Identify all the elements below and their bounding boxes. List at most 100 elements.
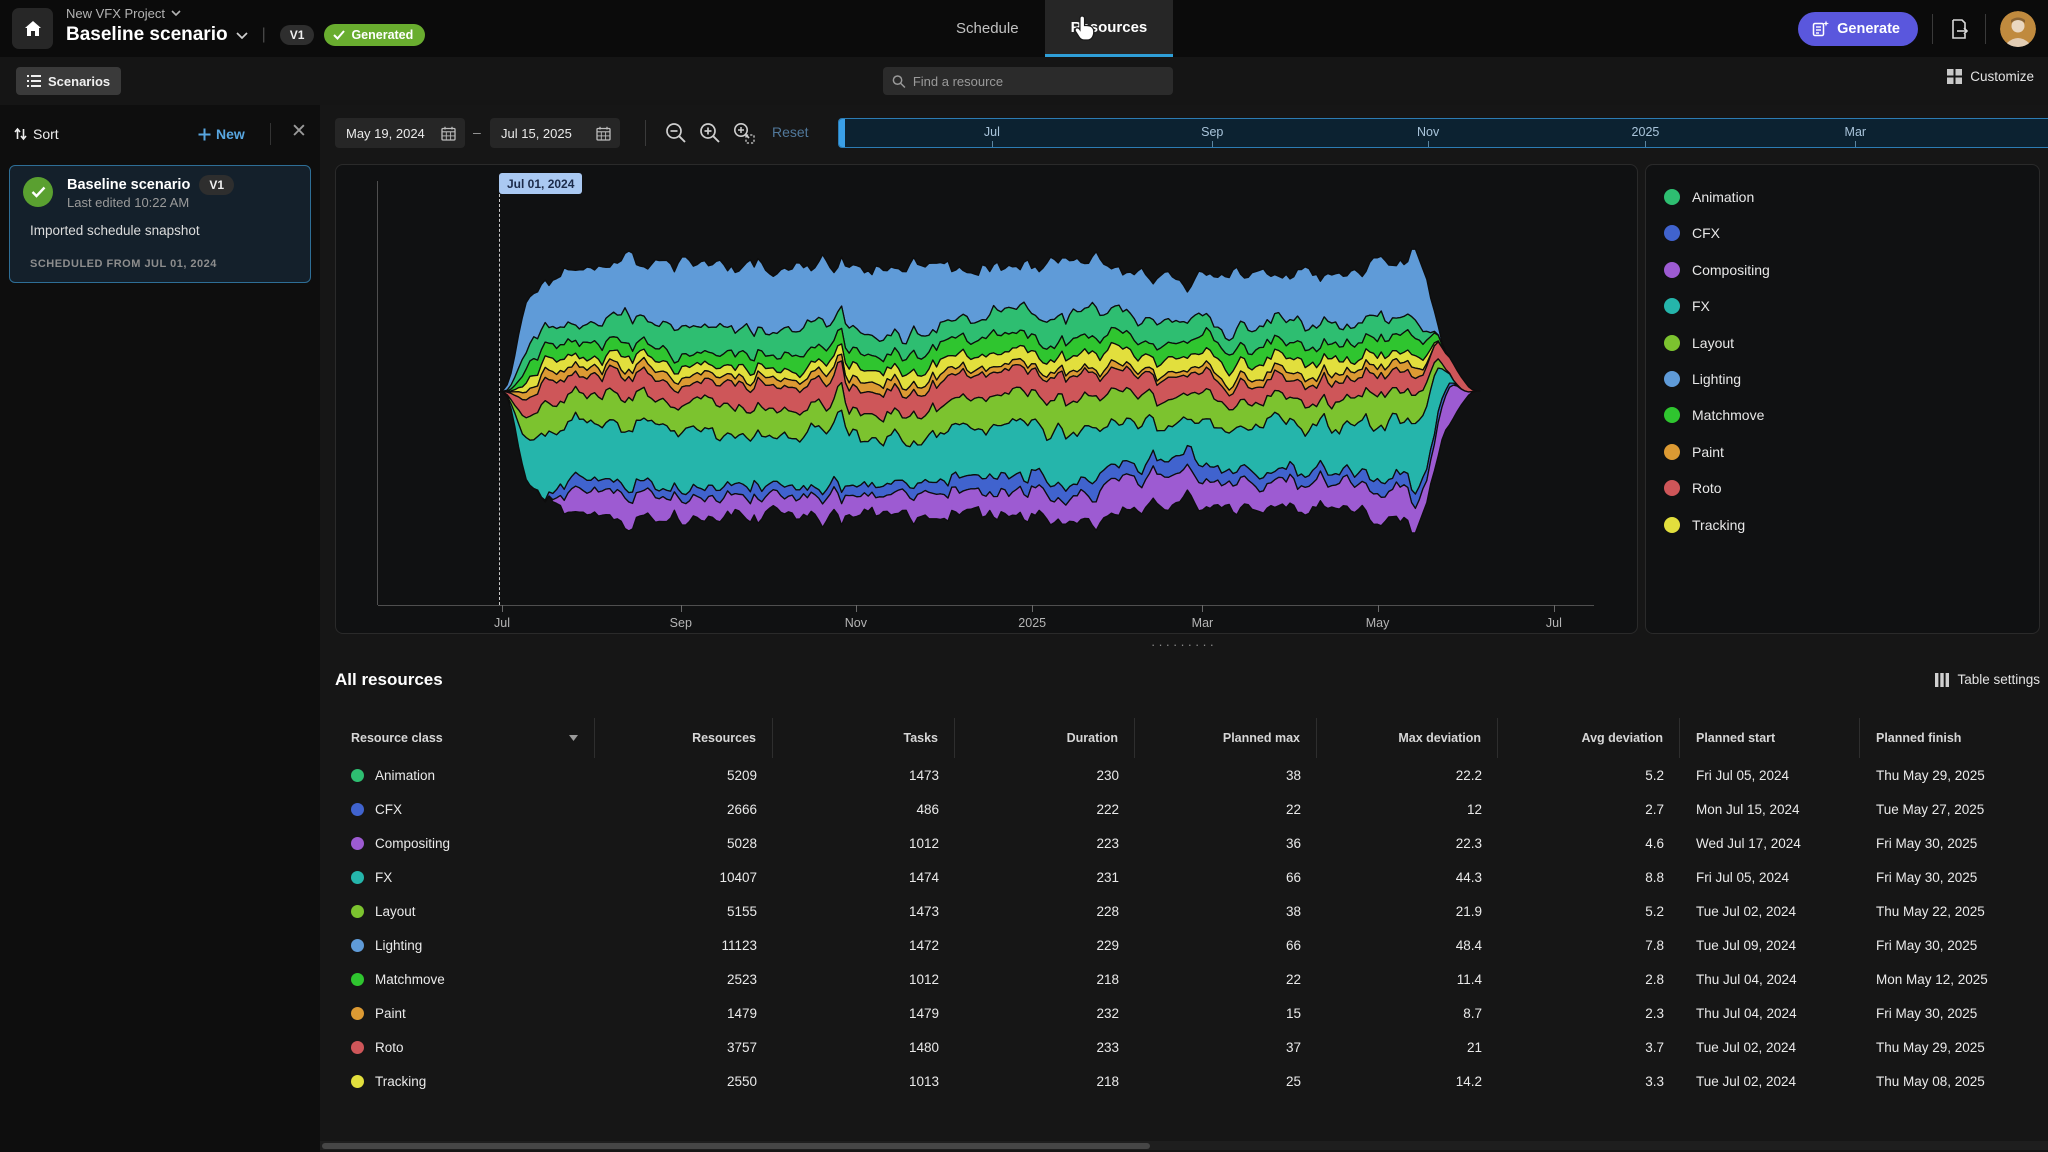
table-row-roto[interactable]: Roto3757148023337213.7Tue Jul 02, 2024Th… bbox=[335, 1030, 2040, 1064]
x-axis-tick bbox=[1378, 605, 1379, 612]
scrubber-left-handle[interactable] bbox=[839, 119, 845, 147]
home-button[interactable] bbox=[12, 8, 53, 49]
column-header-planned-max[interactable]: Planned max bbox=[1135, 718, 1317, 758]
tab-schedule[interactable]: Schedule bbox=[930, 0, 1045, 57]
cell-resource-class: Matchmove bbox=[335, 962, 595, 996]
streamgraph bbox=[378, 179, 1594, 605]
legend-color-dot bbox=[1664, 407, 1680, 423]
legend-item-matchmove[interactable]: Matchmove bbox=[1664, 407, 1764, 423]
x-axis-tick bbox=[856, 605, 857, 612]
column-header-max-deviation[interactable]: Max deviation bbox=[1317, 718, 1498, 758]
reset-zoom-button[interactable]: Reset bbox=[772, 124, 809, 140]
cell-planned-finish: Fri May 30, 2025 bbox=[1860, 826, 2040, 860]
legend-item-cfx[interactable]: CFX bbox=[1664, 225, 1720, 241]
legend-item-animation[interactable]: Animation bbox=[1664, 189, 1754, 205]
cell-planned-finish: Thu May 29, 2025 bbox=[1860, 1030, 2040, 1064]
legend-label: Animation bbox=[1692, 189, 1754, 205]
column-header-planned-start[interactable]: Planned start bbox=[1680, 718, 1860, 758]
sort-control[interactable]: Sort bbox=[14, 126, 59, 142]
cell-max-deviation: 11.4 bbox=[1317, 962, 1498, 996]
zoom-to-region-icon[interactable] bbox=[732, 121, 756, 145]
scrubber-tick bbox=[1645, 141, 1646, 147]
export-icon[interactable] bbox=[1947, 17, 1971, 41]
column-header-resource-class[interactable]: Resource class bbox=[335, 718, 595, 758]
scenarios-toggle-button[interactable]: Scenarios bbox=[16, 67, 121, 95]
scrubber-month-label: Nov bbox=[1417, 125, 1439, 139]
cell-avg-deviation: 3.7 bbox=[1498, 1030, 1680, 1064]
table-row-compositing[interactable]: Compositing502810122233622.34.6Wed Jul 1… bbox=[335, 826, 2040, 860]
scrubber-tick bbox=[1428, 141, 1429, 147]
generate-button[interactable]: Generate bbox=[1798, 12, 1918, 46]
cell-resource-class: Animation bbox=[335, 758, 595, 792]
resource-chart-panel[interactable]: Jul 01, 2024 JulSepNov2025MarMayJul bbox=[335, 164, 1638, 634]
table-row-matchmove[interactable]: Matchmove252310122182211.42.8Thu Jul 04,… bbox=[335, 962, 2040, 996]
cell-tasks: 1473 bbox=[773, 758, 955, 792]
project-switcher[interactable]: New VFX Project bbox=[66, 4, 425, 22]
column-header-resources[interactable]: Resources bbox=[595, 718, 773, 758]
legend-item-lighting[interactable]: Lighting bbox=[1664, 371, 1741, 387]
column-header-duration[interactable]: Duration bbox=[955, 718, 1135, 758]
panel-resize-handle[interactable]: ········· bbox=[320, 638, 2048, 652]
horizontal-scrollbar-track[interactable] bbox=[320, 1141, 2048, 1150]
cell-avg-deviation: 4.6 bbox=[1498, 826, 1680, 860]
column-header-planned-finish[interactable]: Planned finish bbox=[1860, 718, 2040, 758]
plus-icon bbox=[198, 128, 211, 141]
user-avatar[interactable] bbox=[2000, 11, 2036, 47]
horizontal-scrollbar-thumb[interactable] bbox=[322, 1143, 1150, 1149]
resource-class-color-dot bbox=[351, 905, 364, 918]
cell-avg-deviation: 2.7 bbox=[1498, 792, 1680, 826]
cell-tasks: 1473 bbox=[773, 894, 955, 928]
legend-item-tracking[interactable]: Tracking bbox=[1664, 517, 1745, 533]
legend-label: Matchmove bbox=[1692, 407, 1764, 423]
x-axis-label: Nov bbox=[845, 616, 867, 630]
search-input[interactable] bbox=[913, 74, 1164, 89]
table-settings-button[interactable]: Table settings bbox=[1935, 672, 2040, 687]
chart-x-axis bbox=[378, 605, 1594, 606]
chart-toolbar: May 19, 2024 – Jul 15, 2025 bbox=[320, 105, 2048, 160]
legend-item-layout[interactable]: Layout bbox=[1664, 335, 1734, 351]
check-icon bbox=[333, 30, 345, 40]
legend-label: Lighting bbox=[1692, 371, 1741, 387]
scenario-card[interactable]: Baseline scenario V1 Last edited 10:22 A… bbox=[9, 165, 311, 283]
timeline-scrubber[interactable]: JulSepNov2025MarMayJul bbox=[838, 118, 2048, 148]
table-row-lighting[interactable]: Lighting1112314722296648.47.8Tue Jul 09,… bbox=[335, 928, 2040, 962]
cell-max-deviation: 21 bbox=[1317, 1030, 1498, 1064]
table-row-layout[interactable]: Layout515514732283821.95.2Tue Jul 02, 20… bbox=[335, 894, 2040, 928]
cell-planned-finish: Thu May 22, 2025 bbox=[1860, 894, 2040, 928]
cell-planned-max: 22 bbox=[1135, 962, 1317, 996]
table-row-animation[interactable]: Animation520914732303822.25.2Fri Jul 05,… bbox=[335, 758, 2040, 792]
cell-planned-max: 38 bbox=[1135, 758, 1317, 792]
sort-icon bbox=[14, 127, 27, 141]
cell-avg-deviation: 5.2 bbox=[1498, 758, 1680, 792]
table-row-tracking[interactable]: Tracking255010132182514.23.3Tue Jul 02, … bbox=[335, 1064, 2040, 1098]
end-date-input[interactable]: Jul 15, 2025 bbox=[490, 118, 620, 148]
legend-item-roto[interactable]: Roto bbox=[1664, 480, 1722, 496]
scrubber-month-label: Mar bbox=[1845, 125, 1867, 139]
table-row-paint[interactable]: Paint14791479232158.72.3Thu Jul 04, 2024… bbox=[335, 996, 2040, 1030]
zoom-in-icon[interactable] bbox=[698, 121, 722, 145]
legend-label: CFX bbox=[1692, 225, 1720, 241]
customize-button[interactable]: Customize bbox=[1947, 69, 2034, 84]
scenario-switcher[interactable]: Baseline scenario bbox=[66, 24, 248, 46]
cell-tasks: 1472 bbox=[773, 928, 955, 962]
resource-search[interactable] bbox=[883, 67, 1173, 95]
scrubber-tick bbox=[992, 141, 993, 147]
table-row-fx[interactable]: FX1040714742316644.38.8Fri Jul 05, 2024F… bbox=[335, 860, 2040, 894]
x-axis-label: 2025 bbox=[1018, 616, 1046, 630]
tab-resources[interactable]: Resources bbox=[1045, 0, 1174, 57]
legend-item-fx[interactable]: FX bbox=[1664, 298, 1710, 314]
legend-item-paint[interactable]: Paint bbox=[1664, 444, 1724, 460]
close-sidebar-icon[interactable]: ✕ bbox=[286, 120, 312, 143]
column-header-avg-deviation[interactable]: Avg deviation bbox=[1498, 718, 1680, 758]
cell-duration: 218 bbox=[955, 962, 1135, 996]
cell-resource-class: Paint bbox=[335, 996, 595, 1030]
legend-item-compositing[interactable]: Compositing bbox=[1664, 262, 1770, 278]
cell-avg-deviation: 5.2 bbox=[1498, 894, 1680, 928]
column-header-tasks[interactable]: Tasks bbox=[773, 718, 955, 758]
start-date-input[interactable]: May 19, 2024 bbox=[335, 118, 465, 148]
list-icon bbox=[27, 75, 41, 87]
zoom-out-icon[interactable] bbox=[664, 121, 688, 145]
table-row-cfx[interactable]: CFX266648622222122.7Mon Jul 15, 2024Tue … bbox=[335, 792, 2040, 826]
cell-tasks: 486 bbox=[773, 792, 955, 826]
new-scenario-button[interactable]: New bbox=[198, 126, 245, 142]
